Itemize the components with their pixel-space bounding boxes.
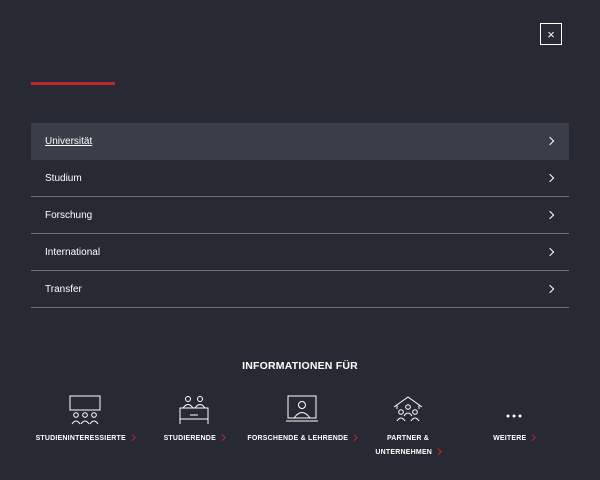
audience-label: STUDIENINTERESSIERTE	[35, 435, 126, 442]
audience-more[interactable]: WEITERE	[480, 394, 548, 446]
close-button[interactable]: ×	[540, 23, 562, 45]
menu-item-transfer[interactable]: Transfer	[31, 271, 569, 308]
menu-item-studium[interactable]: Studium	[31, 160, 569, 197]
audience-label: FORSCHENDE & LEHRENDE	[247, 435, 349, 442]
menu-item-label: International	[45, 246, 101, 258]
students-icon	[179, 396, 209, 424]
menu-item-label: Transfer	[45, 283, 82, 295]
more-icon	[506, 414, 522, 418]
partners-icon	[393, 396, 423, 422]
audience-label: WEITERE	[493, 435, 527, 442]
menu-item-universitaet[interactable]: Universität	[31, 123, 569, 160]
main-menu: Universität Studium Forschung Internatio…	[31, 123, 569, 308]
chevron-right-icon	[545, 210, 555, 220]
prospective-students-icon	[69, 395, 101, 425]
menu-item-label: Universität	[45, 135, 93, 147]
audience-label-line2: UNTERNEHMEN	[375, 449, 433, 456]
chevron-right-icon	[128, 433, 136, 440]
chevron-right-icon	[219, 433, 226, 440]
menu-item-international[interactable]: International	[31, 234, 569, 271]
researchers-icon	[286, 395, 318, 422]
audience-prospective-students[interactable]: STUDIENINTERESSIERTE	[34, 394, 136, 446]
audience-label-line1: PARTNER &	[386, 435, 430, 442]
audience-label: STUDIERENDE	[163, 435, 216, 442]
chevron-right-icon	[529, 433, 536, 440]
info-heading: INFORMATIONEN FÜR	[242, 360, 358, 372]
accent-line	[31, 82, 115, 85]
chevron-right-icon	[545, 247, 555, 257]
chevron-right-icon	[351, 433, 358, 440]
chevron-right-icon	[435, 447, 442, 454]
menu-item-label: Studium	[45, 172, 82, 184]
audience-partners[interactable]: PARTNER & UNTERNEHMEN	[366, 394, 450, 460]
chevron-right-icon	[545, 136, 555, 146]
chevron-right-icon	[545, 173, 555, 183]
audience-students[interactable]: STUDIERENDE	[156, 394, 232, 446]
menu-item-label: Forschung	[45, 209, 93, 221]
close-icon: ×	[547, 26, 555, 42]
audience-researchers[interactable]: FORSCHENDE & LEHRENDE	[244, 394, 360, 446]
chevron-right-icon	[545, 284, 555, 294]
menu-item-forschung[interactable]: Forschung	[31, 197, 569, 234]
